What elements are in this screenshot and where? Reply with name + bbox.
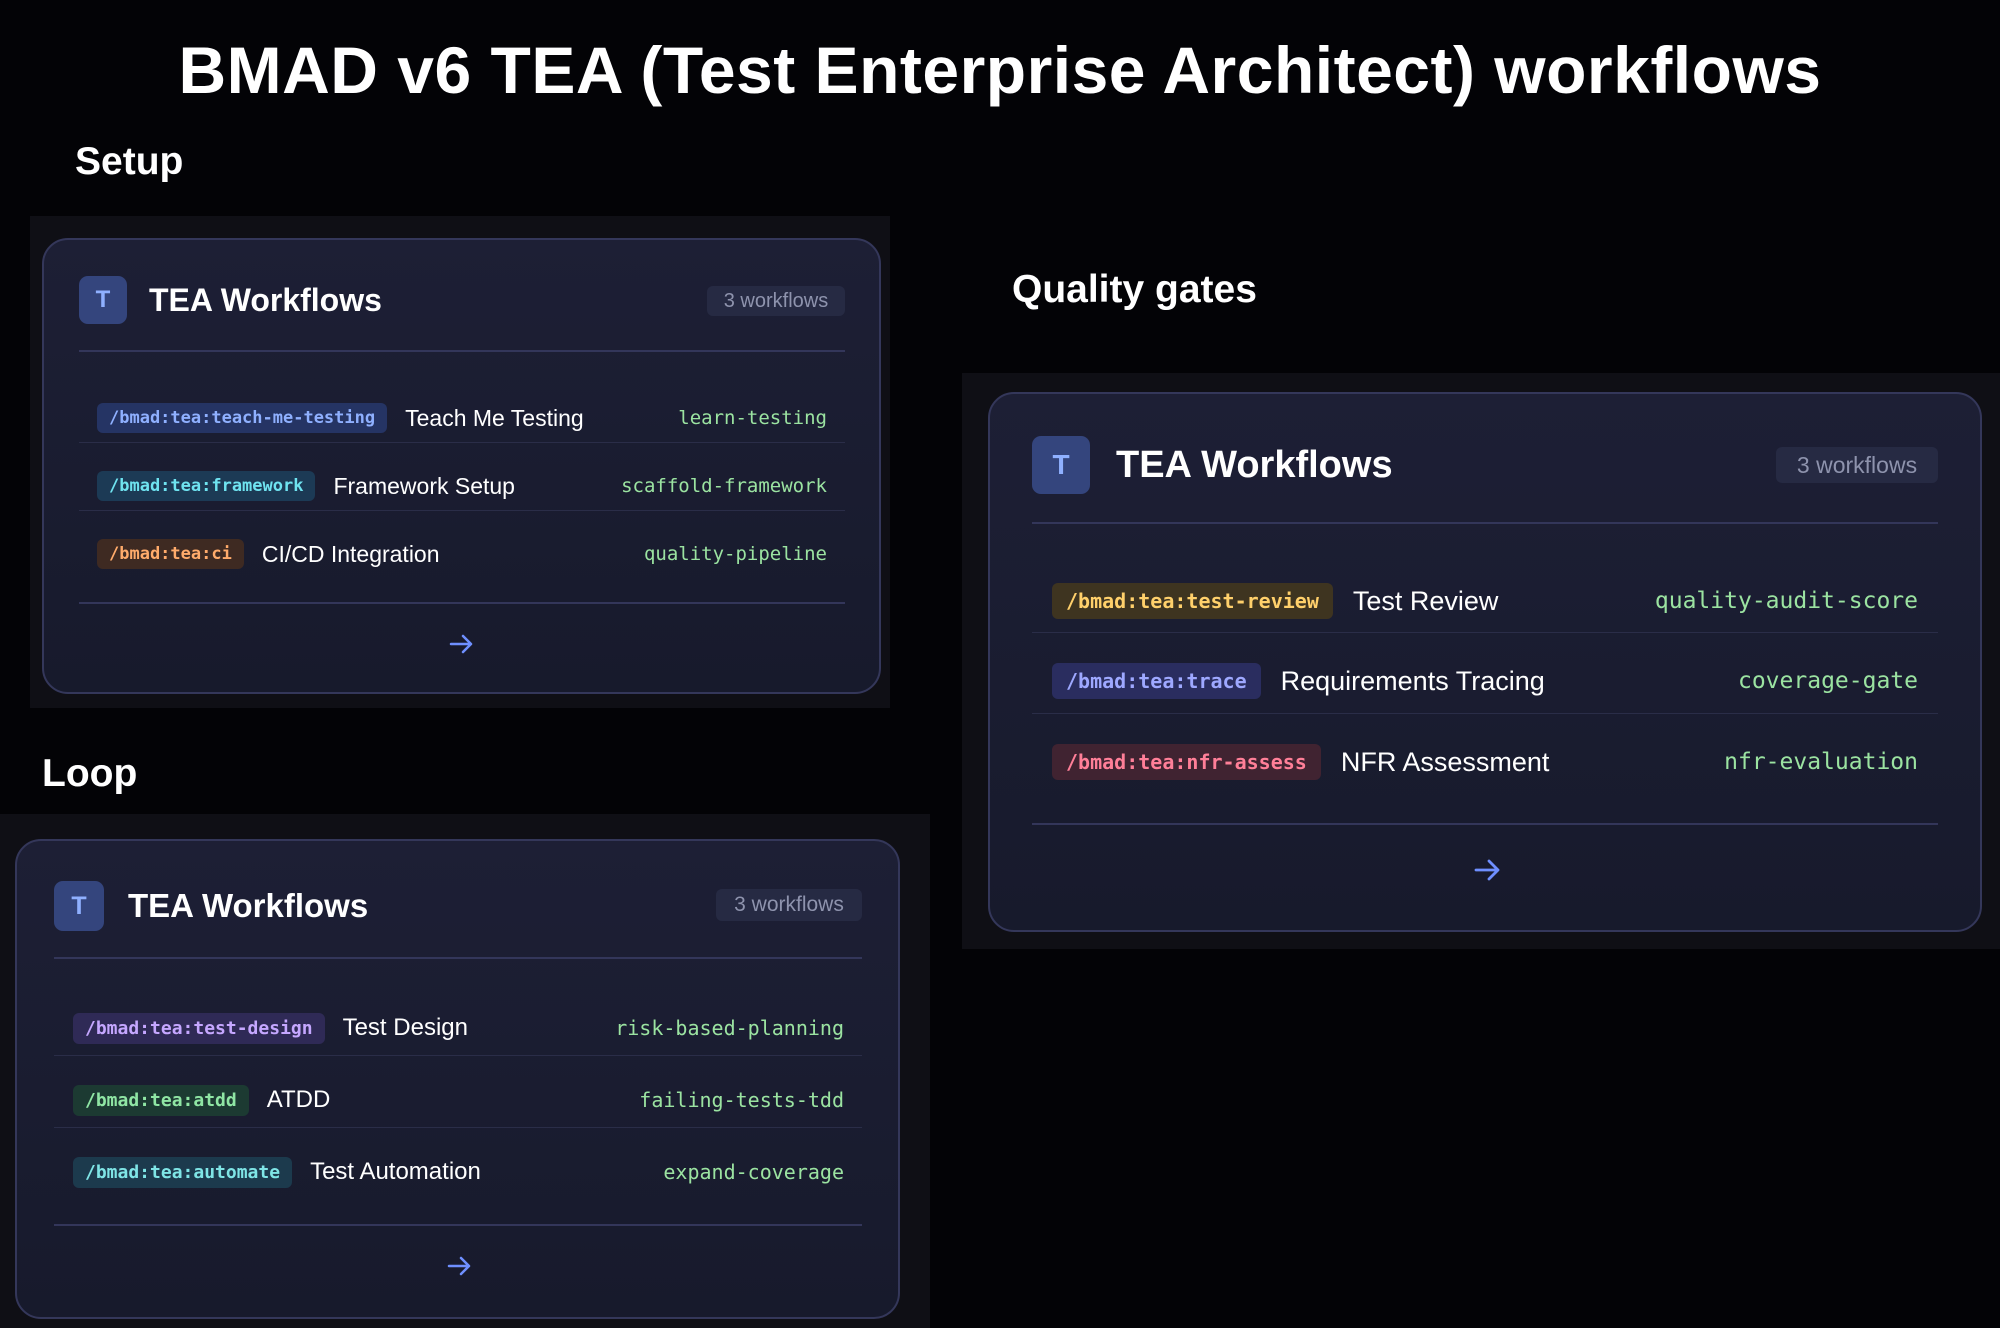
workflow-tag: risk-based-planning <box>615 1016 844 1040</box>
workflow-tag: quality-pipeline <box>643 543 827 565</box>
footer-divider <box>1032 823 1938 825</box>
command-chip[interactable]: /bmad:tea:test-review <box>1052 583 1333 619</box>
workflow-row[interactable]: /bmad:tea:atdd ATDD failing-tests-tdd <box>73 1077 844 1123</box>
workflow-tag: expand-coverage <box>663 1160 844 1184</box>
gates-card: T TEA Workflows 3 workflows /bmad:tea:te… <box>988 392 1982 932</box>
arrow-right-icon[interactable] <box>1474 858 1502 882</box>
command-chip[interactable]: /bmad:tea:nfr-assess <box>1052 744 1321 780</box>
card-title: TEA Workflows <box>128 887 369 924</box>
workflow-row[interactable]: /bmad:tea:framework Framework Setup scaf… <box>97 464 827 508</box>
command-chip[interactable]: /bmad:tea:automate <box>73 1156 293 1188</box>
command-chip[interactable]: /bmad:tea:teach-me-testing <box>97 403 388 433</box>
workflow-row[interactable]: /bmad:tea:automate Test Automation expan… <box>73 1149 844 1195</box>
section-label-setup: Setup <box>75 140 184 183</box>
loop-card: T TEA Workflows 3 workflows /bmad:tea:te… <box>15 839 900 1319</box>
workflow-row[interactable]: /bmad:tea:teach-me-testing Teach Me Test… <box>97 396 827 440</box>
row-divider <box>79 442 845 443</box>
section-label-loop: Loop <box>42 752 138 795</box>
arrow-right-icon[interactable] <box>449 633 475 655</box>
workflow-count-badge: 3 workflows <box>707 286 845 316</box>
row-divider <box>79 510 845 511</box>
card-avatar: T <box>1032 436 1090 494</box>
card-header: T TEA Workflows <box>54 881 368 931</box>
header-divider <box>1032 522 1938 524</box>
header-divider <box>79 350 845 352</box>
workflow-row[interactable]: /bmad:tea:test-review Test Review qualit… <box>1052 576 1918 626</box>
section-label-quality-gates: Quality gates <box>1012 268 1257 311</box>
card-title: TEA Workflows <box>1116 443 1393 486</box>
workflow-tag: scaffold-framework <box>621 475 827 497</box>
workflow-count-badge: 3 workflows <box>716 889 862 921</box>
workflow-tag: learn-testing <box>678 407 827 429</box>
card-header: T TEA Workflows <box>1032 436 1393 494</box>
workflow-label: Test Design <box>342 1014 468 1041</box>
workflow-row[interactable]: /bmad:tea:ci CI/CD Integration quality-p… <box>97 532 827 576</box>
command-chip[interactable]: /bmad:tea:ci <box>97 539 244 569</box>
command-chip[interactable]: /bmad:tea:trace <box>1052 663 1261 699</box>
workflow-label: ATDD <box>266 1086 331 1113</box>
setup-card: T TEA Workflows 3 workflows /bmad:tea:te… <box>42 238 881 694</box>
workflow-label: Test Review <box>1352 585 1499 616</box>
card-title: TEA Workflows <box>149 281 382 318</box>
workflow-label: Teach Me Testing <box>405 404 584 431</box>
page-title: BMAD v6 TEA (Test Enterprise Architect) … <box>178 33 1822 107</box>
workflow-tag: failing-tests-tdd <box>639 1088 844 1112</box>
workflow-label: Test Automation <box>310 1158 481 1185</box>
command-chip[interactable]: /bmad:tea:test-design <box>73 1012 325 1044</box>
row-divider <box>54 1127 862 1128</box>
workflow-row[interactable]: /bmad:tea:nfr-assess NFR Assessment nfr-… <box>1052 737 1918 787</box>
command-chip[interactable]: /bmad:tea:framework <box>97 471 316 501</box>
workflow-label: NFR Assessment <box>1340 746 1550 777</box>
workflow-label: Framework Setup <box>333 472 515 499</box>
workflow-label: CI/CD Integration <box>261 540 440 567</box>
workflow-tag: nfr-evaluation <box>1724 749 1918 775</box>
workflow-row[interactable]: /bmad:tea:trace Requirements Tracing cov… <box>1052 656 1918 706</box>
row-divider <box>54 1055 862 1056</box>
card-header: T TEA Workflows <box>79 276 382 324</box>
workflow-count-badge: 3 workflows <box>1776 447 1938 483</box>
header-divider <box>54 957 862 959</box>
workflow-tag: quality-audit-score <box>1654 588 1918 614</box>
workflow-label: Requirements Tracing <box>1280 665 1545 696</box>
card-avatar: T <box>54 881 104 931</box>
row-divider <box>1032 632 1938 633</box>
workflow-tag: coverage-gate <box>1737 668 1918 694</box>
card-avatar: T <box>79 276 127 324</box>
command-chip[interactable]: /bmad:tea:atdd <box>73 1084 249 1116</box>
footer-divider <box>54 1224 862 1226</box>
row-divider <box>1032 713 1938 714</box>
workflow-row[interactable]: /bmad:tea:test-design Test Design risk-b… <box>73 1005 844 1051</box>
footer-divider <box>79 602 845 604</box>
arrow-right-icon[interactable] <box>447 1255 473 1277</box>
